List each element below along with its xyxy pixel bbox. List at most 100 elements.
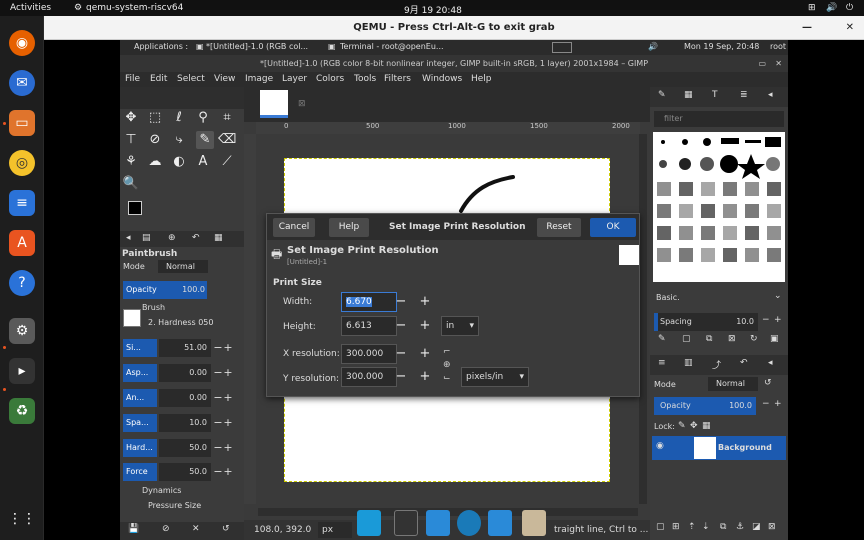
ok-button[interactable]: OK <box>590 218 636 237</box>
clone-icon[interactable]: ⚘ <box>122 153 140 171</box>
width-plus-button[interactable]: + <box>415 292 435 312</box>
device-status-tab-icon[interactable]: ⊕ <box>168 233 176 243</box>
force-value[interactable]: 50.0 <box>159 463 211 481</box>
delete-icon[interactable]: ⊘ <box>162 524 170 534</box>
yres-input[interactable]: 300.000 <box>341 367 397 387</box>
height-input[interactable]: 6.613 <box>341 316 397 336</box>
edit-brush-icon[interactable]: ✎ <box>658 334 666 344</box>
xres-input[interactable]: 300.000 <box>341 344 397 364</box>
minus-icon[interactable]: − <box>213 439 223 457</box>
hardness-row[interactable]: Hard... 50.0− + <box>123 439 241 457</box>
minimize-icon[interactable]: — <box>802 16 812 40</box>
close-icon[interactable]: ✕ <box>775 55 782 72</box>
duplicate-brush-icon[interactable]: ⧉ <box>706 334 712 344</box>
minus-icon[interactable]: − <box>762 399 770 409</box>
help-button[interactable]: Help <box>329 218 369 237</box>
menu-colors[interactable]: Colors <box>316 74 344 84</box>
layer-mode-select[interactable]: Normal <box>708 377 758 391</box>
force-row[interactable]: Force 50.0− + <box>123 463 241 481</box>
menu-layer[interactable]: Layer <box>282 74 307 84</box>
fonts-tab-icon[interactable]: T <box>712 90 718 100</box>
yres-plus-button[interactable]: + <box>415 367 435 387</box>
menu-filters[interactable]: Filters <box>384 74 411 84</box>
taskbar-gimp[interactable]: *[Untitled]-1.0 (RGB col... <box>206 42 308 51</box>
lock-position-icon[interactable]: ✥ <box>690 421 698 431</box>
terminal-icon[interactable]: ▸ <box>9 358 35 384</box>
horizontal-ruler[interactable]: 0 500 1000 1500 2000 <box>256 122 640 134</box>
browser-launcher-icon[interactable] <box>457 510 481 536</box>
size-value[interactable]: 51.00 <box>159 339 211 357</box>
applications-menu[interactable]: Applications : <box>134 42 188 51</box>
help-icon[interactable]: ? <box>9 270 35 296</box>
plus-icon[interactable]: + <box>223 389 233 407</box>
new-layer-icon[interactable]: ▢ <box>656 522 665 532</box>
yres-minus-button[interactable]: − <box>391 367 411 387</box>
vertical-scrollbar[interactable] <box>639 134 647 504</box>
save-options-icon[interactable]: 💾 <box>128 524 139 534</box>
eraser-icon[interactable]: ⌫ <box>218 131 236 149</box>
layer-opacity-slider[interactable]: Opacity 100.0 <box>654 397 756 415</box>
height-plus-button[interactable]: + <box>415 316 435 336</box>
move-tool-icon[interactable]: ✥ <box>122 109 140 127</box>
rhythmbox-icon[interactable]: ◎ <box>9 150 35 176</box>
close-tab-icon[interactable]: ⊠ <box>298 99 306 109</box>
brush-preset-select[interactable]: Basic. <box>656 293 680 302</box>
plus-icon[interactable]: + <box>774 315 782 325</box>
mask-icon[interactable]: ◪ <box>752 522 761 532</box>
fuzzy-select-icon[interactable]: ⚲ <box>194 109 212 127</box>
minus-icon[interactable]: − <box>762 315 770 325</box>
width-minus-button[interactable]: − <box>391 292 411 312</box>
chevron-down-icon[interactable]: ⌄ <box>774 291 782 301</box>
close-icon[interactable]: ✕ <box>846 16 854 40</box>
images-tab-icon[interactable]: ▦ <box>214 233 223 243</box>
menu-tools[interactable]: Tools <box>354 74 376 84</box>
refresh-icon[interactable]: ↻ <box>750 334 758 344</box>
opacity-row[interactable]: Opacity 100.0 <box>123 281 241 299</box>
brush-preview[interactable] <box>123 309 141 327</box>
volume-icon[interactable]: 🔊 <box>648 42 658 51</box>
network-icon[interactable]: ⊞ <box>808 3 816 13</box>
angle-value[interactable]: 0.00 <box>159 389 211 407</box>
plus-icon[interactable]: + <box>223 414 233 432</box>
menu-select[interactable]: Select <box>177 74 205 84</box>
new-brush-icon[interactable]: ▢ <box>682 334 691 344</box>
plus-icon[interactable]: + <box>223 339 233 357</box>
patterns-tab-icon[interactable]: ▦ <box>684 90 693 100</box>
mode-select[interactable]: Normal <box>158 260 208 273</box>
anchor-icon[interactable]: ⚓ <box>736 522 744 532</box>
chain-link-icon[interactable]: ⌐ ⊕ ⌙ <box>443 346 451 385</box>
minus-icon[interactable]: − <box>213 389 223 407</box>
text-tool-icon[interactable]: A <box>194 153 212 171</box>
dock-menu-icon[interactable]: ◂ <box>768 358 773 368</box>
writer-icon[interactable]: ≡ <box>9 190 35 216</box>
hardness-value[interactable]: 50.0 <box>159 439 211 457</box>
dynamics-value[interactable]: Pressure Size <box>148 501 201 510</box>
minus-icon[interactable]: − <box>213 339 223 357</box>
delete-brush-icon[interactable]: ⊠ <box>728 334 736 344</box>
layers-tab-icon[interactable]: ≡ <box>658 358 666 368</box>
plus-icon[interactable]: + <box>223 463 233 481</box>
rect-select-icon[interactable]: ⬚ <box>146 109 164 127</box>
new-group-icon[interactable]: ⊞ <box>672 522 680 532</box>
firefox-icon[interactable]: ◉ <box>9 30 35 56</box>
workspace-switcher[interactable] <box>552 42 572 53</box>
volume-icon[interactable]: 🔊 <box>826 3 837 13</box>
show-apps-icon[interactable]: ⋮⋮ <box>8 506 36 532</box>
size-unit-select[interactable]: in ▾ <box>441 316 479 336</box>
dock-menu-icon[interactable]: ◂ <box>768 90 773 100</box>
minus-icon[interactable]: − <box>213 364 223 382</box>
tool-options-tab-icon[interactable]: ▤ <box>142 233 151 243</box>
layer-row-background[interactable]: ◉ Background <box>652 436 786 460</box>
user-menu[interactable]: root <box>770 42 786 51</box>
lasso-icon[interactable]: ℓ <box>170 109 188 127</box>
unit-select[interactable]: px <box>318 522 352 538</box>
taskbar-terminal[interactable]: Terminal - root@openEu... <box>340 42 444 51</box>
undo-tab-icon[interactable]: ↶ <box>740 358 748 368</box>
search-launcher-icon[interactable] <box>488 510 512 536</box>
power-icon[interactable]: ⏻ <box>846 3 853 13</box>
unified-transform-icon[interactable]: ⊤ <box>122 131 140 149</box>
brush-filter-input[interactable]: filter <box>654 111 784 127</box>
width-input[interactable]: 6.670 <box>341 292 397 312</box>
crop-icon[interactable]: ⌗ <box>218 109 236 127</box>
lower-layer-icon[interactable]: ⇣ <box>702 522 710 532</box>
